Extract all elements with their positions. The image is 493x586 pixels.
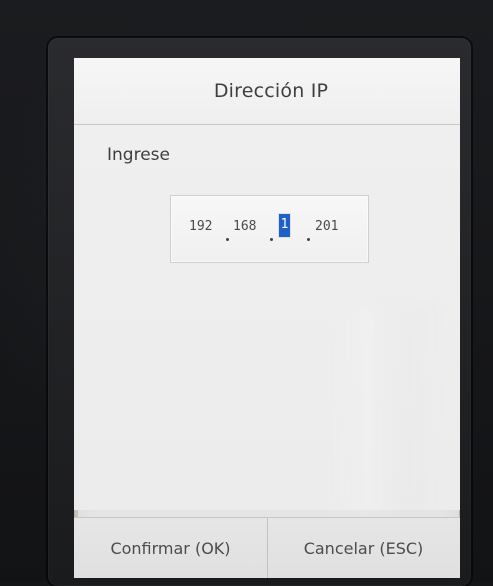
ip-octet-2[interactable]: 168: [233, 218, 256, 236]
ip-octet-3[interactable]: 1: [279, 216, 290, 234]
ip-separator-2: [270, 238, 273, 241]
cancel-button[interactable]: Cancelar (ESC): [267, 518, 460, 578]
confirm-button[interactable]: Confirmar (OK): [74, 518, 267, 578]
ip-octet-4[interactable]: 201: [315, 218, 338, 236]
ip-separator-1: [226, 238, 229, 241]
ip-separator-3: [307, 238, 310, 241]
screen-glare: [324, 305, 444, 515]
dialog-content: [74, 125, 460, 515]
ip-address-dialog: Dirección IP Ingrese 192 168 1 201 Confi…: [74, 58, 460, 578]
ip-octet-3-selected[interactable]: 1: [279, 214, 290, 237]
dialog-footer: Confirmar (OK) Cancelar (ESC): [74, 517, 460, 578]
ip-prompt-label: Ingrese: [107, 145, 170, 165]
dialog-title: Dirección IP: [213, 80, 329, 102]
ip-octet-1[interactable]: 192: [189, 218, 212, 236]
ip-address-input[interactable]: 192 168 1 201: [170, 195, 369, 263]
dialog-title-bar: Dirección IP: [74, 58, 460, 125]
